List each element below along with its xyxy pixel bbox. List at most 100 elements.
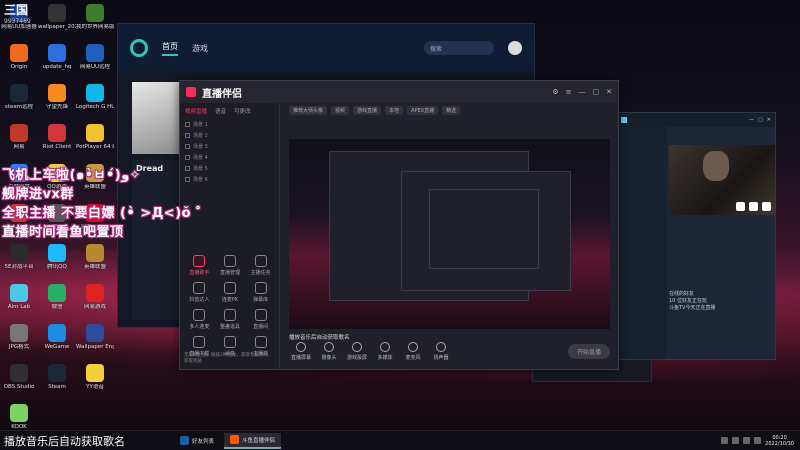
desktop-icon[interactable]: JPG格式 bbox=[0, 324, 38, 350]
tool-button[interactable]: 直播管理 bbox=[215, 255, 246, 276]
search-input[interactable]: 搜索 bbox=[424, 41, 494, 55]
control-button[interactable]: 麦克风 bbox=[401, 341, 425, 361]
settings-icon[interactable]: ⚙ bbox=[552, 88, 558, 96]
app-icon bbox=[86, 84, 104, 102]
tool-button[interactable]: 抖音达人 bbox=[184, 282, 215, 303]
control-icon bbox=[324, 341, 334, 352]
control-button[interactable]: 摄像头 bbox=[317, 341, 341, 361]
desktop-icon[interactable]: Wallpaper Engine bbox=[76, 324, 114, 350]
tool-button[interactable]: 弹幕库 bbox=[245, 282, 276, 303]
desktop-icon[interactable]: 腾讯QQ bbox=[38, 244, 76, 270]
desktop-icon[interactable]: Riot Client bbox=[38, 124, 76, 150]
menu-icon[interactable]: ≡ bbox=[566, 88, 572, 96]
desktop-icon[interactable]: 网易 bbox=[0, 124, 38, 150]
desktop-icon[interactable]: update_hq bbox=[38, 44, 76, 70]
control-button[interactable]: 游戏投屏 bbox=[345, 341, 369, 361]
window-close-icon[interactable]: ✕ bbox=[606, 88, 612, 96]
window-close-icon[interactable]: ✕ bbox=[767, 117, 771, 123]
control-button[interactable]: 直播屏幕 bbox=[289, 341, 313, 361]
desktop-icon[interactable]: YY语音 bbox=[76, 364, 114, 390]
stream-logo-sub: 9937469 bbox=[4, 18, 31, 25]
window-minimize-icon[interactable]: — bbox=[579, 88, 586, 96]
tool-button[interactable]: 连麦PK bbox=[215, 282, 246, 303]
checkbox-icon[interactable] bbox=[185, 122, 190, 127]
control-button[interactable]: 扬声器 bbox=[429, 341, 453, 361]
live-controls: 直播屏幕 摄像头 游戏投屏 多媒体 麦克风 扬声器 开始直播 bbox=[289, 339, 610, 363]
cover-button-3[interactable] bbox=[762, 202, 771, 211]
network-icon[interactable] bbox=[743, 437, 751, 444]
preview-tab[interactable]: 视频 bbox=[331, 105, 350, 115]
taskbar-task[interactable]: 好友列表 bbox=[174, 433, 220, 449]
scene-label: 场景 3 bbox=[193, 144, 208, 150]
game-cover-image[interactable] bbox=[669, 145, 775, 215]
window-controls: ⚙ ≡ — ▢ ✕ bbox=[552, 88, 612, 96]
desktop-icon[interactable]: 微信 bbox=[38, 284, 76, 310]
cover-button-2[interactable] bbox=[749, 202, 758, 211]
window-minimize-icon[interactable]: — bbox=[749, 117, 754, 123]
tool-button[interactable]: 主播任务 bbox=[245, 255, 276, 276]
desktop-icon[interactable]: wallpaper_2022052... bbox=[38, 4, 76, 30]
window-maximize-icon[interactable]: ▢ bbox=[758, 117, 763, 123]
desktop-icon[interactable]: OBS Studio bbox=[0, 364, 38, 390]
window-maximize-icon[interactable]: ▢ bbox=[593, 88, 600, 96]
tab-home[interactable]: 首页 bbox=[162, 41, 178, 56]
clock[interactable]: 00:20 2022/10/30 bbox=[765, 435, 794, 447]
app-icon bbox=[10, 244, 28, 262]
desktop-icon[interactable]: steam远程 bbox=[0, 84, 38, 110]
control-button[interactable]: 多媒体 bbox=[373, 341, 397, 361]
preview-tab[interactable]: 精选 bbox=[442, 105, 461, 115]
control-label: 游戏投屏 bbox=[346, 354, 367, 361]
desktop-icon[interactable]: 5E对战平台 bbox=[0, 244, 38, 270]
desktop-icon[interactable]: Aim Lab bbox=[0, 284, 38, 310]
desktop-icon[interactable]: 守望先锋 bbox=[38, 84, 76, 110]
tool-button[interactable]: 整蛊道具 bbox=[215, 309, 246, 330]
scene-item[interactable]: 场景 1 bbox=[180, 119, 279, 130]
tool-icon bbox=[193, 282, 206, 294]
checkbox-icon[interactable] bbox=[185, 144, 190, 149]
clock-date: 2022/10/30 bbox=[765, 440, 794, 447]
tray-icon[interactable] bbox=[721, 437, 729, 444]
scene-item[interactable]: 场景 4 bbox=[180, 152, 279, 163]
tool-button[interactable]: 多人连麦 bbox=[184, 309, 215, 330]
preview-tab[interactable]: 本地 bbox=[385, 105, 404, 115]
desktop-icon[interactable]: PotPlayer 64 bit bbox=[76, 124, 114, 150]
desktop-icon[interactable]: WeGame bbox=[38, 324, 76, 350]
tray-icon[interactable] bbox=[732, 437, 740, 444]
control-label: 麦克风 bbox=[405, 354, 421, 361]
steam-sidebar bbox=[617, 127, 667, 359]
desktop-icon[interactable]: 网易游戏 bbox=[76, 284, 114, 310]
scene-tab[interactable]: 视频直播 bbox=[185, 107, 207, 115]
desktop-icon[interactable]: Logitech G HUB bbox=[76, 84, 114, 110]
tab-games[interactable]: 游戏 bbox=[192, 43, 208, 54]
taskbar-task[interactable]: 斗鱼直播伴侣 bbox=[224, 432, 282, 449]
desktop-icon[interactable]: 网易UU远程 bbox=[76, 44, 114, 70]
preview-tab[interactable]: APEX直播 bbox=[407, 105, 439, 115]
tool-button[interactable]: 直播助手 bbox=[184, 255, 215, 276]
desktop-icon[interactable]: Steam bbox=[38, 364, 76, 390]
volume-icon[interactable] bbox=[754, 437, 762, 444]
scene-tab[interactable]: 可更改 bbox=[234, 107, 251, 115]
checkbox-icon[interactable] bbox=[185, 133, 190, 138]
app-icon bbox=[48, 284, 66, 302]
tool-label: 连麦PK bbox=[221, 297, 239, 303]
stream-overlay-text: 飞机上车啦(๑•̀ㅂ•́)و✧ 舰牌进vx群 全职主播 不要白嫖 (•̀ >Д<… bbox=[2, 166, 210, 242]
desktop-icon[interactable]: Origin bbox=[0, 44, 38, 70]
start-live-button[interactable]: 开始直播 bbox=[567, 343, 610, 359]
app-icon bbox=[86, 44, 104, 62]
desktop-icon[interactable]: KOOK bbox=[0, 404, 38, 430]
checkbox-icon[interactable] bbox=[185, 155, 190, 160]
desktop-icon[interactable]: 英雄联盟 bbox=[76, 244, 114, 270]
scene-tab[interactable]: 语音 bbox=[215, 107, 226, 115]
tool-button[interactable]: 直播间 bbox=[245, 309, 276, 330]
preview-tab[interactable]: 游戏直播 bbox=[353, 105, 382, 115]
tool-icon bbox=[254, 282, 267, 294]
scene-item[interactable]: 场景 2 bbox=[180, 130, 279, 141]
avatar[interactable] bbox=[508, 41, 522, 55]
control-label: 摄像头 bbox=[321, 354, 337, 361]
preview-tabs: 推荐大师头像 视频 游戏直播 本地 APEX直播 精选 bbox=[281, 103, 618, 117]
cover-button-1[interactable] bbox=[736, 202, 745, 211]
task-icon bbox=[230, 435, 240, 444]
scene-item[interactable]: 场景 3 bbox=[180, 141, 279, 152]
desktop-icon[interactable]: 我的世界网易版平台 bbox=[76, 4, 114, 30]
preview-tab[interactable]: 推荐大师头像 bbox=[289, 105, 328, 115]
